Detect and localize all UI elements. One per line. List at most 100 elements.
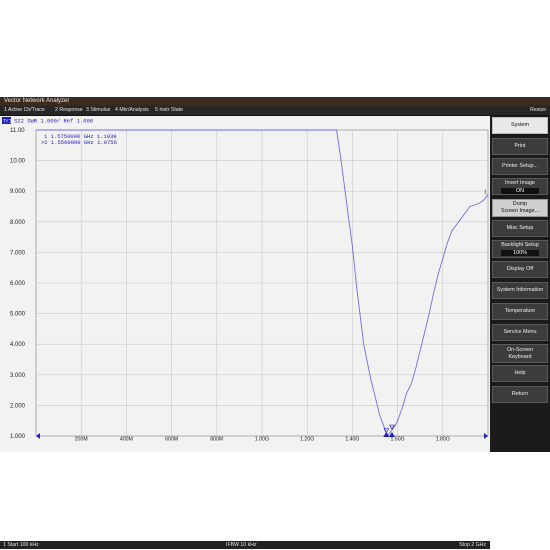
window-title: Vector Network Analyzer bbox=[4, 98, 70, 104]
softkey-misc-setup[interactable]: Misc Setup bbox=[492, 220, 548, 237]
y-tick-label: 3.000 bbox=[10, 373, 26, 379]
softkey-system-information[interactable]: System Information bbox=[492, 282, 548, 299]
trace-label[interactable]: S22 SWR 1.000/ Ref 1.000 bbox=[14, 118, 93, 125]
softkey-print[interactable]: Print bbox=[492, 138, 548, 155]
x-tick-label: 400M bbox=[120, 437, 133, 442]
x-tick-label: 800M bbox=[210, 437, 223, 442]
softkey-invert-image[interactable]: Invert Image ON bbox=[492, 178, 548, 195]
softkey-label: System bbox=[511, 122, 529, 128]
trace-point bbox=[80, 129, 82, 131]
trace-point bbox=[126, 129, 127, 131]
softkey-printer-setup[interactable]: Printer Setup... bbox=[492, 158, 548, 175]
menu-active-ch-trace[interactable]: 1 Active Ch/Trace bbox=[4, 106, 45, 115]
trace-point bbox=[370, 377, 371, 379]
softkey-display-off[interactable]: Display Off bbox=[492, 261, 548, 278]
trace-point bbox=[352, 245, 353, 247]
x-tick-label: 1.00G bbox=[255, 437, 269, 442]
y-tick-label: 1.000 bbox=[10, 434, 26, 440]
trace-point bbox=[410, 383, 412, 385]
trace-point bbox=[397, 420, 398, 422]
trace-point bbox=[356, 288, 358, 290]
softkey-label: Help bbox=[514, 370, 526, 376]
trace-point bbox=[487, 193, 489, 195]
y-tick-label: 4.000 bbox=[10, 342, 26, 348]
x-tick-label: 1.80G bbox=[436, 437, 450, 442]
vna-window: Vector Network Analyzer 1 Active Ch/Trac… bbox=[0, 97, 550, 549]
trace-point bbox=[447, 242, 448, 244]
menu-instr-state[interactable]: 5 Instr State bbox=[155, 106, 183, 115]
softkey-label: Service Menu bbox=[503, 329, 537, 335]
trace-point bbox=[306, 129, 308, 131]
y-tick-label: 11.00 bbox=[10, 128, 25, 134]
y-tick-label: 6.000 bbox=[10, 281, 26, 287]
resize-button[interactable]: Resize bbox=[530, 106, 546, 115]
status-bar: 1 Start 100 kHz IFBW 10 kHz Stop 2 GHz bbox=[0, 541, 490, 549]
softkey-label: Backlight Setup bbox=[501, 242, 539, 248]
trace-point bbox=[401, 408, 403, 409]
menu-bar: 1 Active Ch/Trace 2 Response 3 Stimulus … bbox=[0, 106, 550, 116]
menu-mkr-analysis[interactable]: 4 Mkr/Analysis bbox=[115, 106, 149, 115]
trace-point bbox=[216, 129, 218, 131]
start-frequency[interactable]: 1 Start 100 kHz bbox=[3, 541, 39, 549]
y-tick-label: 5.000 bbox=[10, 312, 26, 318]
softkey-help[interactable]: Help bbox=[492, 365, 548, 382]
trace-point bbox=[406, 392, 407, 394]
softkey-system[interactable]: System bbox=[492, 117, 548, 134]
softkey-label: Print bbox=[514, 143, 526, 149]
y-tick-label: 9.000 bbox=[10, 189, 26, 195]
trace-point bbox=[424, 331, 426, 333]
softkey-backlight-setup[interactable]: Backlight Setup 100% bbox=[492, 240, 548, 258]
ifbw-readout[interactable]: IFBW 10 kHz bbox=[226, 541, 257, 549]
softkey-label: Return bbox=[511, 391, 529, 397]
trace-point bbox=[465, 212, 466, 213]
x-tick-label: 1.20G bbox=[300, 437, 314, 442]
x-tick-label: 1.60G bbox=[391, 437, 405, 442]
menu-response[interactable]: 2 Response bbox=[55, 106, 83, 115]
softkey-label: Misc Setup bbox=[506, 225, 534, 231]
menu-stimulus[interactable]: 3 Stimulus bbox=[86, 106, 110, 115]
y-tick-label: 10.00 bbox=[10, 159, 26, 165]
trace-point bbox=[469, 206, 471, 207]
title-bar: Vector Network Analyzer bbox=[0, 97, 550, 106]
trace-point bbox=[460, 218, 462, 220]
trace-point bbox=[437, 273, 439, 275]
trace-point bbox=[383, 426, 385, 428]
softkey-label: On-Screen bbox=[506, 346, 534, 353]
softkey-service-menu[interactable]: Service Menu bbox=[492, 324, 548, 341]
y-tick-label: 2.000 bbox=[10, 403, 26, 409]
trace-point bbox=[261, 129, 263, 131]
y-tick-label: 8.000 bbox=[10, 220, 26, 226]
softkey-label: Display Off bbox=[506, 266, 534, 272]
softkey-panel: System Print Printer Setup... Invert Image O… bbox=[490, 116, 550, 452]
softkey-value: 100% bbox=[501, 250, 539, 256]
trace-point bbox=[347, 212, 349, 213]
trace-point bbox=[340, 160, 342, 161]
y-tick-label: 7.000 bbox=[10, 250, 26, 256]
trace-point bbox=[451, 230, 453, 232]
trace-point bbox=[35, 129, 37, 131]
stop-frequency[interactable]: Stop 2 GHz bbox=[459, 541, 486, 549]
trace-point bbox=[474, 204, 475, 206]
softkey-label-line2: Screen Image... bbox=[500, 208, 540, 214]
softkey-label: Invert Image bbox=[505, 179, 535, 186]
softkey-dump[interactable]: Dump Screen Image... bbox=[492, 199, 548, 217]
plot-area: 1 Tr1 S22 SWR 1.000/ Ref 1.000 1 1.57500… bbox=[0, 116, 490, 452]
softkey-value: ON bbox=[501, 187, 539, 194]
softkey-return[interactable]: Return bbox=[492, 386, 548, 403]
trace-point bbox=[171, 129, 172, 131]
x-tick-label: 600M bbox=[165, 437, 178, 442]
softkey-on-screen[interactable]: On-Screen Keyboard bbox=[492, 344, 548, 363]
softkey-label: Dump bbox=[512, 201, 528, 207]
trace-point bbox=[433, 291, 435, 293]
trace-point bbox=[442, 258, 444, 259]
softkey-temperature[interactable]: Temperature bbox=[492, 303, 548, 320]
plot-background bbox=[0, 116, 490, 441]
trace-point bbox=[428, 313, 430, 314]
trace-point bbox=[478, 203, 480, 204]
x-tick-label: 1.40G bbox=[345, 437, 359, 442]
softkey-label: Temperature bbox=[504, 308, 536, 314]
trace-point bbox=[374, 395, 376, 397]
softkey-label: System Information bbox=[496, 287, 544, 293]
trace-point bbox=[391, 429, 393, 431]
trace-point bbox=[456, 224, 457, 226]
